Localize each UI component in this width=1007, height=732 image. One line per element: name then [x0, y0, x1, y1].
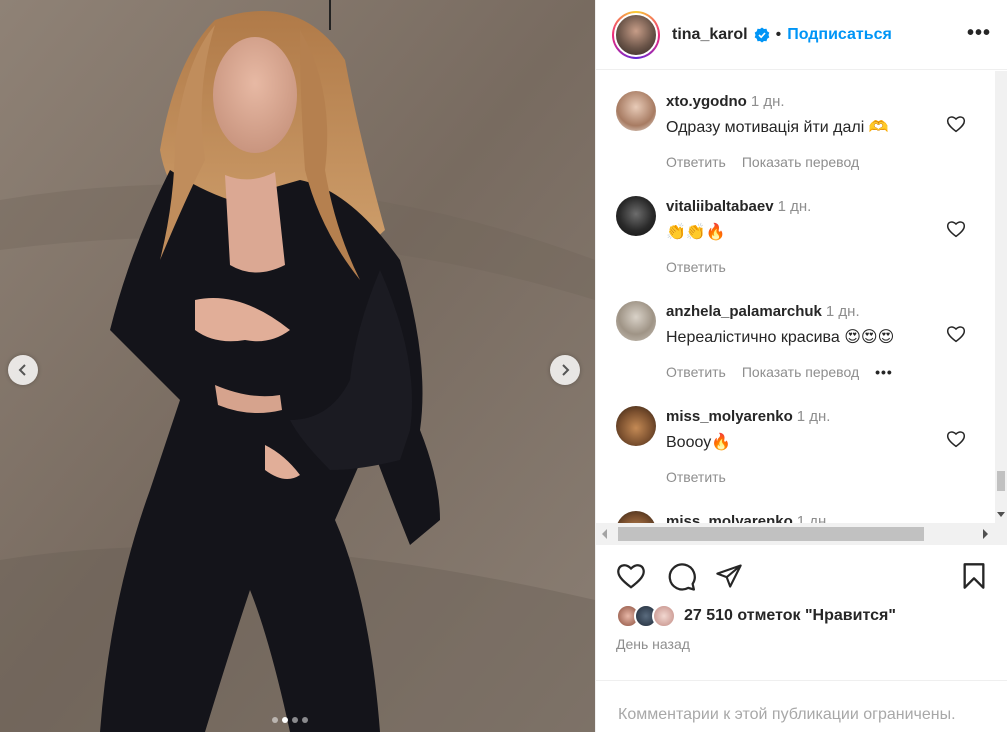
chevron-left-icon [18, 364, 26, 376]
share-icon[interactable] [715, 562, 743, 590]
scrollbar-thumb[interactable] [618, 527, 924, 541]
translate-button[interactable]: Показать перевод [742, 154, 859, 170]
avatar[interactable] [612, 10, 660, 59]
comment-avatar[interactable] [616, 406, 656, 446]
heart-icon[interactable] [616, 562, 646, 590]
post-header: tina_karol • Подписаться ••• [596, 0, 1007, 70]
comment-time[interactable]: 1 дн. [797, 408, 831, 425]
reply-button[interactable]: Ответить [666, 154, 726, 170]
comment-text: 👏👏🔥 [666, 224, 726, 241]
more-options-button[interactable]: ••• [967, 22, 991, 45]
comment-time[interactable]: 1 дн. [751, 93, 785, 110]
post-timestamp[interactable]: День назад [616, 636, 690, 652]
scroll-down-arrow-icon[interactable] [997, 512, 1005, 517]
comments-restricted-note: Комментарии к этой публикации ограничены… [618, 706, 956, 723]
comment-time[interactable]: 1 дн. [797, 513, 831, 523]
comment-avatar[interactable] [616, 511, 656, 523]
comment-icon[interactable] [667, 562, 697, 592]
carousel-dot [292, 717, 298, 723]
comment-avatar[interactable] [616, 196, 656, 236]
comment-username[interactable]: miss_molyarenko [666, 408, 793, 425]
reply-button[interactable]: Ответить [666, 469, 726, 485]
comment-username[interactable]: anzhela_palamarchuk [666, 303, 822, 320]
liker-avatar [652, 604, 676, 628]
scrollbar-thumb[interactable] [997, 471, 1005, 491]
comments-footer: Комментарии к этой публикации ограничены… [596, 680, 1007, 732]
comment-text: Нереалістично красива 😍😍😍 [666, 329, 895, 346]
carousel-dot-active [282, 717, 288, 723]
likes-summary[interactable]: 27 510 отметок "Нравится" [616, 604, 896, 628]
like-comment-heart-icon[interactable] [946, 115, 966, 133]
comment-username[interactable]: xto.ygodno [666, 93, 747, 110]
like-comment-heart-icon[interactable] [946, 325, 966, 343]
carousel-dot [302, 717, 308, 723]
comment-username[interactable]: miss_molyarenko [666, 513, 793, 523]
comment-username[interactable]: vitaliibaltabaev [666, 198, 774, 215]
comment-avatar[interactable] [616, 301, 656, 341]
chevron-right-icon [562, 364, 570, 376]
scroll-left-arrow-icon[interactable] [602, 529, 607, 539]
carousel-indicator [272, 717, 308, 723]
verified-icon [754, 27, 770, 43]
bookmark-icon[interactable] [962, 562, 986, 590]
like-comment-heart-icon[interactable] [946, 220, 966, 238]
post-photo[interactable] [0, 0, 595, 732]
photo-illustration [0, 0, 595, 732]
vertical-scrollbar[interactable] [995, 71, 1007, 523]
horizontal-scrollbar[interactable] [596, 523, 1007, 545]
post-actions [616, 562, 996, 592]
carousel-next-button[interactable] [550, 355, 580, 385]
carousel-prev-button[interactable] [8, 355, 38, 385]
follow-button[interactable]: Подписаться [787, 26, 892, 44]
reply-button[interactable]: Ответить [666, 364, 726, 380]
translate-button[interactable]: Показать перевод [742, 364, 859, 380]
comment-time[interactable]: 1 дн. [826, 303, 860, 320]
comment-more-button[interactable]: ••• [875, 364, 893, 380]
comment-time[interactable]: 1 дн. [778, 198, 812, 215]
like-comment-heart-icon[interactable] [946, 430, 966, 448]
scroll-right-arrow-icon[interactable] [983, 529, 988, 539]
header-separator: • [775, 25, 782, 43]
likes-count[interactable]: 27 510 отметок "Нравится" [684, 607, 896, 625]
post-side-panel: tina_karol • Подписаться ••• xto.ygodno 1… [595, 0, 1007, 732]
header-username[interactable]: tina_karol [672, 26, 748, 44]
comments-list[interactable]: xto.ygodno 1 дн. Одразу мотивація йти дал… [596, 71, 996, 523]
comment-text: Одразу мотивація йти далі 🫶 [666, 119, 889, 136]
liker-avatars [616, 604, 676, 628]
carousel-dot [272, 717, 278, 723]
reply-button[interactable]: Ответить [666, 259, 726, 275]
comment-avatar[interactable] [616, 91, 656, 131]
comment-text: Воооу🔥 [666, 434, 732, 451]
